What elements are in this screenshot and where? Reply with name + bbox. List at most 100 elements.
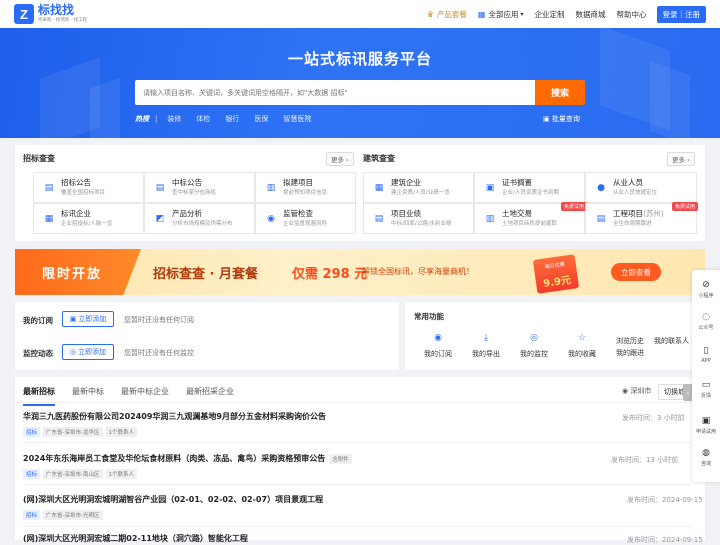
tender-contact-tag: 1个联系人 [105,427,137,437]
hero-title: 一站式标讯服务平台 [287,50,432,68]
promo-view-button[interactable]: 立即查看 [611,263,661,281]
float-wechat[interactable]: ◌ 公众号 [692,312,720,331]
fn-contacts[interactable]: 我的联系人 [654,336,689,346]
batch-icon: ▣ [543,115,552,123]
batch-query-link[interactable]: ▣ 批量查询 [543,114,580,124]
fn-my-monitor[interactable]: ◎ 我的监控 [510,325,558,370]
tab-latest-procure-companies[interactable]: 最新招采企业 [186,386,234,406]
headset-icon: ◍ [702,448,710,458]
building-company-card[interactable]: ▦ 建筑企业 建企资质/人员/业绩一览 [363,172,474,203]
product-analysis-icon: ◩ [155,213,165,224]
tab-latest-bids[interactable]: 最新招标 [23,386,55,406]
staff-card[interactable]: ● 从业人员 从业人员快捷定位 [585,172,697,203]
login-register-button[interactable]: 登录｜注册 [656,6,706,23]
nav-enterprise[interactable]: 企业定制 [535,9,565,20]
add-monitor-button[interactable]: ◎ 立即添加 [62,344,114,360]
search-button[interactable]: 搜索 [535,80,585,105]
add-subscription-button[interactable]: ▣ 立即添加 [62,311,114,327]
tender-item[interactable]: (网)深圳大区光明洞宏城二期02-11地块（洞穴路）智能化工程 [23,533,248,544]
tender-item[interactable]: 2024年东乐海岸员工食堂及华伦坛食材原料（肉类、冻品、禽鸟）采购资格预审公告含… [23,453,352,479]
hot-keyword[interactable]: 医保 [254,114,268,124]
monitor-empty-text: 您暂时还没有任何监控 [124,349,194,357]
planned-project-icon: ▥ [266,182,276,193]
card-title: 标讯企业 [61,209,91,218]
card-title: 证书搁置 [502,178,532,187]
download-icon: ⤓ [484,333,488,343]
hero-banner: 一站式标讯服务平台 搜索 热搜 | 装修 体检 银行 医保 智慧医院 ▣ 批量查… [0,28,720,138]
card-sub: 企业/人员资质证书到期 [502,190,559,196]
nav-all-apps[interactable]: ▦ 全部应用 ▾ [478,9,524,20]
card-title: 土地交易 [502,209,532,218]
card-sub: 覆盖全国招标项目 [61,190,106,196]
hot-keyword[interactable]: 银行 [225,114,239,124]
divider [23,484,691,485]
tender-title[interactable]: (网)深圳大区光明洞宏城二期02-11地块（洞穴路）智能化工程 [23,533,248,544]
tender-item[interactable]: (网)深圳大区光明洞宏城明湖智谷产业园（02-01、02-02、02-07）项目… [23,494,323,520]
fn-followup[interactable]: 我的跟进 [616,348,644,358]
fn-my-export[interactable]: ⤓ 我的导出 [462,325,510,370]
divider [15,402,705,403]
tender-title[interactable]: 华润三九医药股份有限公司202409华润三九观澜基地9月部分五金材料采购询价公告 [23,411,326,422]
subscription-empty-text: 您暂时还没有任何订阅 [124,316,194,324]
grid-icon: ▦ [477,10,486,19]
bid-query-more-button[interactable]: 更多 › [326,152,354,166]
certificate-card[interactable]: ▣ 证书搁置企业/人员资质证书到期 [474,172,585,203]
tab-latest-win-companies[interactable]: 最新中标企业 [121,386,169,406]
monitor-add-icon: ◎ [69,348,77,356]
monitor-icon: ◎ [530,333,538,343]
project-record-card[interactable]: ▤ 项目业绩 中标/四库/公路/水利业绩 [363,203,474,234]
bid-company-card[interactable]: ▦ 标讯企业 企业招投标/人脉一览 [33,203,144,234]
card-title: 产品分析 [172,209,202,218]
tender-date: 发布时间：2024-09-15 [627,536,703,544]
hot-keyword[interactable]: 装修 [167,114,181,124]
promo-banner[interactable]: 限时开放 招标查查 · 月套餐 仅需 298 元 解锁全国标讯，尽享海量商机！ … [15,249,705,295]
search-input[interactable] [143,88,527,97]
float-mini-program[interactable]: ⊘ 小程序 [692,280,720,299]
logo[interactable]: Z 标找找 找采购 · 找项目 · 找工程 [14,4,87,24]
tender-item[interactable]: 华润三九医药股份有限公司202409华润三九观澜基地9月部分五金材料采购询价公告… [23,411,326,437]
planned-project-card[interactable]: ▥ 拟建项目 提前预知项目信息 [255,172,356,203]
float-app[interactable]: ▯ APP [692,346,720,364]
free-trial-badge: 免费试用 [672,202,699,211]
bid-notice-icon: ▤ [44,182,54,193]
card-sub: 提前预知项目信息 [283,190,328,196]
tender-region-tag: 广东省-深圳市-南山区 [43,469,103,479]
card-title: 从业人员 [613,178,643,187]
inspection-card[interactable]: ◉ 监管检查 企业监督规避风险 [255,203,356,234]
card-sub: 查中标掌分包商机 [172,190,217,196]
card-sub: 从业人员快捷定位 [613,190,658,196]
card-title: 项目业绩 [391,209,421,218]
float-trial[interactable]: ▣ 申请试用 [692,416,720,435]
card-sub: 中标/四库/公路/水利业绩 [391,221,452,227]
fn-my-favorites[interactable]: ☆ 我的收藏 [558,325,606,370]
trial-icon: ▣ [701,416,711,426]
hot-label: 热搜 [135,115,149,123]
fn-my-subscription[interactable]: ◉ 我的订阅 [414,325,462,370]
hot-keyword[interactable]: 智慧医院 [283,114,311,124]
app-icon: ▯ [703,346,709,356]
hot-searches: 热搜 | 装修 体检 银行 医保 智慧医院 [135,114,326,124]
construction-more-button[interactable]: 更多 › [667,152,695,166]
subscription-card: 我的订阅 ▣ 立即添加 您暂时还没有任何订阅 监控动态 ◎ 立即添加 您暂时还没有任… [15,302,399,370]
construction-title: 建筑查查 [363,154,395,163]
fn-history[interactable]: 浏览历史 [616,336,644,346]
add-icon: ▣ [69,315,77,323]
bid-notice-card[interactable]: ▤ 招标公告 覆盖全国招标项目 [33,172,144,203]
tender-title[interactable]: 2024年东乐海岸员工食堂及华伦坛食材原料（肉类、冻品、禽鸟）采购资格预审公告含… [23,453,352,464]
win-notice-card[interactable]: ▤ 中标公告 查中标掌分包商机 [144,172,255,203]
tender-title[interactable]: (网)深圳大区光明洞宏城明湖智谷产业园（02-01、02-02、02-07）项目… [23,494,323,505]
product-analysis-card[interactable]: ◩ 产品分析 分析市场规模及供需分布 [144,203,255,234]
nav-product-package[interactable]: ♛ 产品套餐 [427,9,467,20]
nav-data-mall[interactable]: 数据商城 [576,9,606,20]
float-feedback[interactable]: ▭ 反馈 [692,380,720,399]
attachment-tag: 含附件 [329,453,352,464]
tab-latest-wins[interactable]: 最新中标 [72,386,104,406]
nav-help[interactable]: 帮助中心 [617,9,647,20]
promo-tag: 限时开放 [15,249,141,295]
float-consult[interactable]: ◍ 咨询 [692,448,720,467]
hot-keyword[interactable]: 体检 [196,114,210,124]
certificate-icon: ▣ [485,182,495,193]
tender-contact-tag: 1个联系人 [105,469,137,479]
divider [23,442,691,443]
free-trial-badge: 免费试用 [561,202,588,211]
